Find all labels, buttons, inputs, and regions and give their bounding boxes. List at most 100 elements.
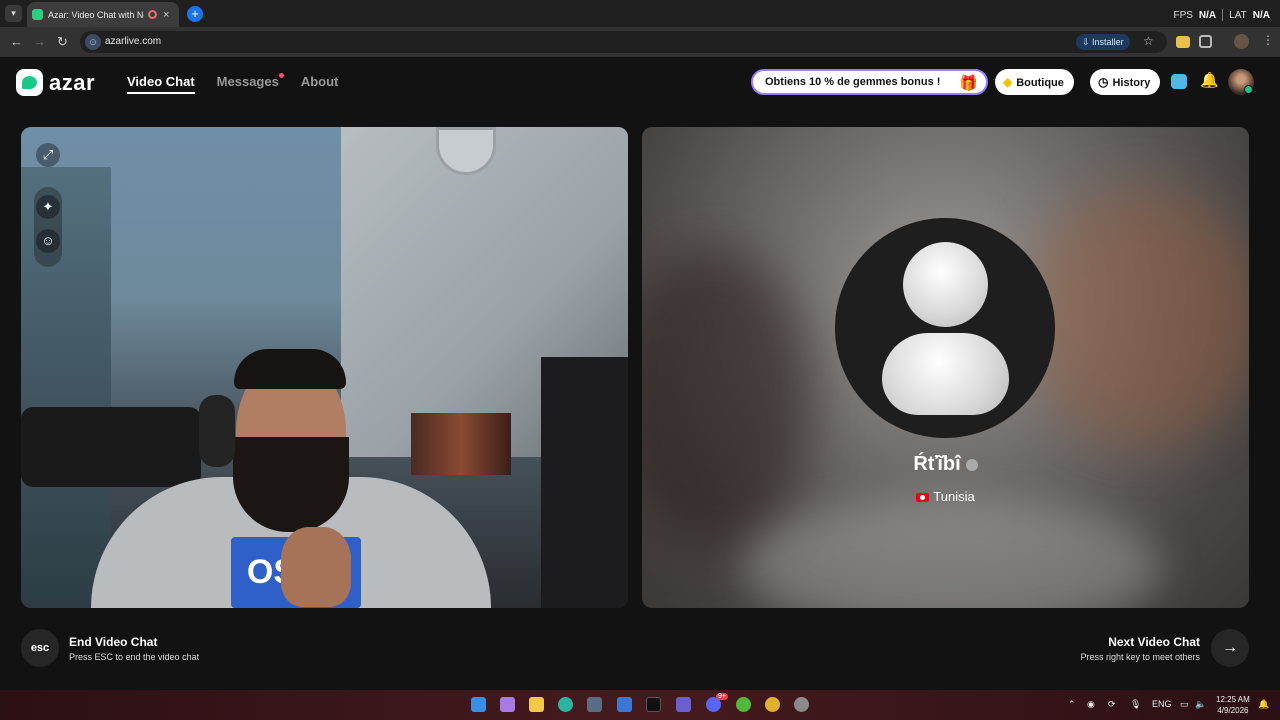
tab-strip: ▾ Azar: Video Chat with New × + FPS N/A … <box>0 0 1280 27</box>
peer-name[interactable]: Ŕťĩbî <box>642 453 1249 476</box>
microphone <box>21 407 201 487</box>
gem-icon: ◆ <box>1003 75 1013 89</box>
browser-tab[interactable]: Azar: Video Chat with New × <box>27 2 179 27</box>
person-hair <box>234 349 346 389</box>
bookmark-star-icon[interactable]: ☆ <box>1143 34 1154 48</box>
magic-wand-icon[interactable]: ✦ <box>36 195 60 219</box>
main-nav: Video Chat Messages About <box>127 73 339 94</box>
mail-icon[interactable] <box>617 697 632 712</box>
tab-search-button[interactable]: ▾ <box>5 5 22 22</box>
nav-about[interactable]: About <box>301 74 339 94</box>
tray-chevron-icon[interactable]: ⌃ <box>1068 699 1076 710</box>
gift-icon: 🎁 <box>959 75 978 92</box>
fps-separator <box>1222 9 1224 21</box>
next-chat-title: Next Video Chat <box>1108 635 1200 649</box>
bell-icon[interactable]: 🔔 <box>1200 71 1219 89</box>
lat-label: LAT <box>1229 9 1247 21</box>
fullscreen-icon[interactable]: ⤢ <box>36 143 60 167</box>
avatar-body-shape <box>882 333 1009 415</box>
gems-balance-icon[interactable] <box>1171 74 1187 89</box>
end-chat-title: End Video Chat <box>69 635 158 649</box>
address-bar[interactable]: ⊙ azarlive.com ⇩ Installer ☆ <box>80 31 1167 53</box>
shop-label: Boutique <box>1016 77 1064 89</box>
edge-icon[interactable] <box>558 697 573 712</box>
clock-date: 4/9/2026 <box>1217 706 1249 715</box>
promo-text: Obtiens 10 % de gemmes bonus ! <box>765 76 941 88</box>
close-tab-button[interactable]: × <box>163 9 169 21</box>
extension-icon[interactable] <box>1176 36 1190 48</box>
new-tab-button[interactable]: + <box>187 6 203 22</box>
history-label: History <box>1112 77 1151 89</box>
fps-label: FPS <box>1173 9 1193 21</box>
language-indicator[interactable]: ENG <box>1152 699 1172 709</box>
face-filter-icon[interactable]: ☺ <box>36 229 60 253</box>
fps-value: N/A <box>1198 9 1217 21</box>
site-info-icon[interactable]: ⊙ <box>85 34 101 50</box>
unread-dot <box>278 73 284 78</box>
end-chat-button[interactable]: esc <box>21 629 59 667</box>
info-icon <box>965 458 978 471</box>
url-text: azarlive.com <box>105 36 162 47</box>
wall-poster <box>411 413 511 475</box>
clock-icon: ◷ <box>1098 75 1109 89</box>
start-icon[interactable] <box>471 697 486 712</box>
shop-button[interactable]: ◆ Boutique <box>995 69 1074 95</box>
history-button[interactable]: ◷ History <box>1090 69 1161 95</box>
tray-mic-icon[interactable]: 🎙 <box>1130 699 1141 710</box>
azar-logo[interactable]: azar <box>16 69 95 96</box>
forward-icon[interactable]: → <box>33 34 46 49</box>
next-chat-hint: Press right key to meet others <box>1080 652 1200 662</box>
notification-icon[interactable]: 🔔 <box>1258 699 1269 710</box>
volume-icon[interactable]: 🔈 <box>1195 699 1206 710</box>
person-hand <box>281 527 351 607</box>
azar-site: azar Video Chat Messages About Obtiens 1… <box>0 57 1280 690</box>
headset <box>199 395 235 467</box>
end-chat-hint: Press ESC to end the video chat <box>69 652 200 662</box>
network-icon[interactable]: ▭ <box>1180 699 1189 710</box>
taskbar: 9+ ⌃ ◉ ⟳ 🎙 ENG ▭ 🔈 12:25 AM 4/9/2026 🔔 <box>0 690 1280 720</box>
nav-messages[interactable]: Messages <box>216 73 284 94</box>
self-video: OSUH ⤢ ✦ ☺ <box>21 127 628 608</box>
browser-profile-avatar[interactable] <box>1234 34 1249 49</box>
chrome-icon[interactable] <box>765 697 780 712</box>
teams-icon[interactable] <box>676 697 691 712</box>
azar-favicon-icon <box>32 9 43 20</box>
back-icon[interactable]: ← <box>10 34 23 49</box>
gem-promo-button[interactable]: Obtiens 10 % de gemmes bonus ! 🎁 <box>751 69 988 95</box>
browser-toolbar: ← → ↻ ⊙ azarlive.com ⇩ Installer ☆ <box>0 27 1280 57</box>
clock-time: 12:25 AM <box>1216 695 1250 704</box>
settings-icon[interactable] <box>794 697 809 712</box>
shelf <box>541 357 628 608</box>
peer-avatar-placeholder <box>835 218 1055 438</box>
next-chat-button[interactable]: → <box>1211 629 1249 667</box>
avatar-head-shape <box>903 242 988 327</box>
online-badge <box>1244 85 1253 94</box>
peer-country-text: Tunisia <box>933 489 975 504</box>
install-label: Installer <box>1092 37 1124 47</box>
tray-sync-icon[interactable]: ⟳ <box>1108 699 1116 710</box>
azar-logo-icon <box>16 69 43 96</box>
tunisia-flag-icon <box>916 493 930 503</box>
tab-title: Azar: Video Chat with New <box>48 9 144 20</box>
system-clock[interactable]: 12:25 AM 4/9/2026 <box>1216 694 1250 716</box>
browser-menu-icon[interactable]: ⋮ <box>1262 33 1274 47</box>
blur-background <box>1022 187 1249 447</box>
tray-discord-icon[interactable]: ◉ <box>1087 699 1095 710</box>
extensions-puzzle-icon[interactable] <box>1199 35 1212 48</box>
file-explorer-icon[interactable] <box>529 697 544 712</box>
blur-background <box>742 497 1162 608</box>
utorrent-icon[interactable] <box>736 697 751 712</box>
peer-video: Ŕťĩbî Tunisia <box>642 127 1249 608</box>
peer-country: Tunisia <box>642 489 1249 504</box>
fps-overlay: FPS N/A LAT N/A <box>1173 9 1270 21</box>
tiktok-icon[interactable] <box>646 697 661 712</box>
install-app-button[interactable]: ⇩ Installer <box>1076 34 1130 50</box>
store-icon[interactable] <box>587 697 602 712</box>
peer-name-text: Ŕťĩbî <box>913 453 961 475</box>
nav-messages-label: Messages <box>216 74 279 89</box>
reload-icon[interactable]: ↻ <box>57 34 68 50</box>
recording-icon <box>148 10 157 19</box>
nav-video-chat[interactable]: Video Chat <box>127 74 195 94</box>
discord-badge: 9+ <box>716 693 728 700</box>
copilot-icon[interactable] <box>500 697 515 712</box>
